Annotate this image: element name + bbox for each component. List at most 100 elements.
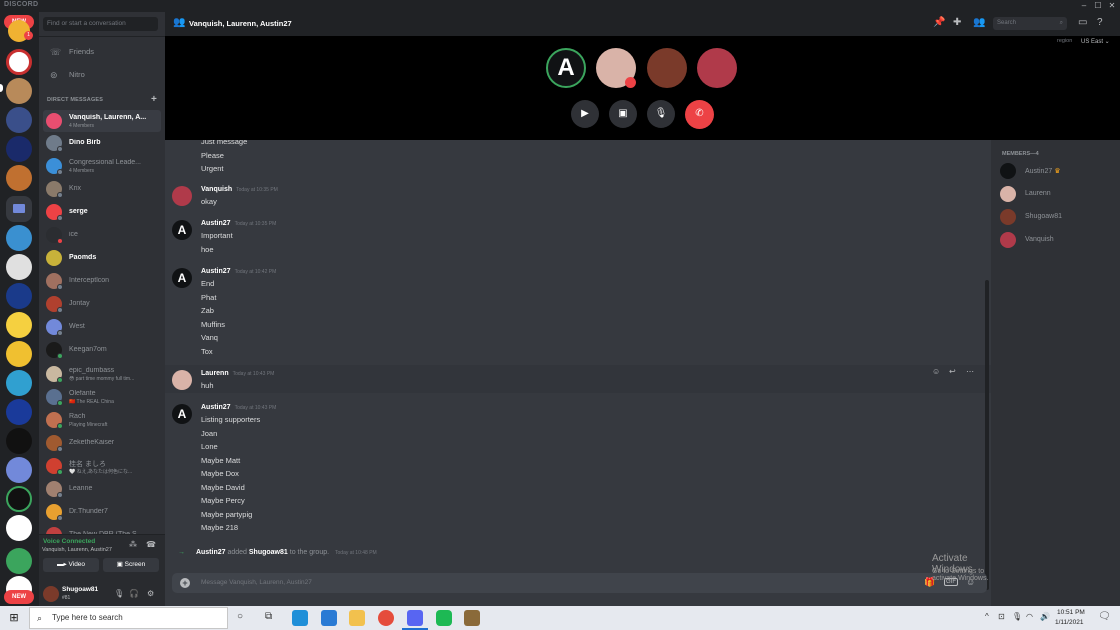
discord-taskbar-icon[interactable]: [407, 610, 423, 626]
folder-icon[interactable]: [6, 196, 32, 222]
more-icon[interactable]: ⋯: [966, 367, 974, 376]
dm-item[interactable]: serge: [43, 201, 161, 223]
member-item[interactable]: Vanquish: [1000, 230, 1115, 250]
member-item[interactable]: Laurenn: [1000, 184, 1115, 204]
upload-icon[interactable]: +: [180, 578, 190, 588]
avatar[interactable]: A: [172, 220, 192, 240]
message-composer[interactable]: + Message Vanquish, Laurenn, Austin27 🎁 …: [172, 573, 987, 593]
add-reaction-icon[interactable]: ☺: [932, 367, 940, 376]
disconnect-icon[interactable]: ☎: [146, 540, 156, 549]
create-dm-icon[interactable]: +: [151, 94, 157, 105]
call-participant-avatar[interactable]: [647, 48, 687, 88]
mail-icon[interactable]: [321, 610, 337, 626]
avatar[interactable]: [43, 586, 59, 602]
camera-button[interactable]: ▶: [571, 100, 599, 128]
mute-icon[interactable]: 🎙: [114, 589, 124, 598]
screen-share-call-button[interactable]: ▣: [609, 100, 637, 128]
dm-item[interactable]: Paomds: [43, 247, 161, 269]
noise-suppression-icon[interactable]: ⁂: [129, 540, 137, 549]
chrome-icon[interactable]: [378, 610, 394, 626]
conversation-search[interactable]: Find or start a conversation: [43, 17, 158, 31]
task-view-icon[interactable]: ⧉: [265, 611, 272, 622]
dm-item[interactable]: Jontay: [43, 293, 161, 315]
taskbar-search[interactable]: ⌕ Type here to search: [29, 607, 228, 629]
avatar[interactable]: A: [172, 268, 192, 288]
wifi-icon[interactable]: ◠: [1026, 612, 1033, 621]
server-icon[interactable]: [6, 515, 32, 541]
message-author[interactable]: Austin27 Today at 10:42 PM: [201, 268, 276, 275]
inbox-icon[interactable]: ▭: [1078, 17, 1087, 28]
message-author[interactable]: Austin27 Today at 10:35 PM: [201, 220, 276, 227]
close-icon[interactable]: ✕: [1105, 0, 1119, 12]
dm-item[interactable]: West: [43, 316, 161, 338]
mic-tray-icon[interactable]: 🎙: [1012, 612, 1022, 621]
author-name[interactable]: Laurenn: [201, 370, 229, 377]
help-icon[interactable]: ?: [1097, 17, 1103, 28]
microphone-button[interactable]: 🎙: [647, 100, 675, 128]
message-author[interactable]: Vanquish Today at 10:35 PM: [201, 186, 278, 193]
system-actor[interactable]: Austin27: [196, 549, 226, 556]
dm-item[interactable]: Congressional Leade... 4 Members: [43, 155, 161, 177]
dm-item[interactable]: ice: [43, 224, 161, 246]
server-icon[interactable]: [6, 370, 32, 396]
settings-icon[interactable]: ⚙: [147, 589, 154, 598]
nitro-nav[interactable]: ⊚ Nitro: [43, 65, 161, 85]
spotify-icon[interactable]: [436, 610, 452, 626]
server-icon[interactable]: [6, 165, 32, 191]
avatar[interactable]: [172, 370, 192, 390]
video-button[interactable]: ▬▸ Video: [43, 558, 99, 572]
server-icon[interactable]: [6, 136, 32, 162]
author-name[interactable]: Austin27: [201, 268, 231, 275]
cortana-icon[interactable]: ○: [237, 611, 243, 622]
dm-item[interactable]: Dino Birb: [43, 132, 161, 154]
dm-item[interactable]: 桂名 ましろ 🤍 ねえ,あなたは何色にな...: [43, 455, 161, 477]
add-friend-icon[interactable]: ✚: [953, 17, 961, 28]
volume-icon[interactable]: 🔊: [1040, 612, 1050, 621]
server-icon[interactable]: [6, 548, 32, 574]
avatar[interactable]: A: [172, 404, 192, 424]
server-icon[interactable]: [6, 283, 32, 309]
screen-share-button[interactable]: ▣ Screen: [103, 558, 159, 572]
dm-item[interactable]: epic_dumbass 😳 part time mommy full tim..…: [43, 363, 161, 385]
server-icon[interactable]: [6, 107, 32, 133]
dm-item[interactable]: Vanquish, Laurenn, A... 4 Members: [43, 110, 161, 132]
server-icon[interactable]: [6, 49, 32, 75]
notifications-icon[interactable]: 🗨: [1098, 611, 1111, 622]
member-list-icon[interactable]: 👥: [973, 17, 985, 28]
friends-nav[interactable]: ☏ Friends: [43, 42, 161, 62]
voice-channel[interactable]: Vanquish, Laurenn, Austin27: [42, 547, 112, 553]
server-icon[interactable]: [6, 312, 32, 338]
deafen-icon[interactable]: 🎧: [129, 589, 139, 598]
server-icon[interactable]: [6, 78, 32, 104]
server-icon[interactable]: [6, 457, 32, 483]
file-explorer-icon[interactable]: [349, 610, 365, 626]
region-select[interactable]: US East ⌄: [1081, 38, 1110, 45]
server-icon[interactable]: [6, 428, 32, 454]
server-icon[interactable]: [6, 254, 32, 280]
dm-item[interactable]: Leanne: [43, 478, 161, 500]
clock-date[interactable]: 1/11/2021: [1055, 619, 1083, 626]
minecraft-icon[interactable]: [464, 610, 480, 626]
dm-item[interactable]: Krix: [43, 178, 161, 200]
clock-time[interactable]: 10:51 PM: [1057, 609, 1085, 616]
member-item[interactable]: Austin27 ♛: [1000, 161, 1115, 181]
leave-call-button[interactable]: ✆: [685, 100, 714, 129]
author-name[interactable]: Vanquish: [201, 186, 232, 193]
maximize-icon[interactable]: ☐: [1091, 0, 1105, 12]
dm-item[interactable]: Dr.Thunder7: [43, 501, 161, 523]
scrollbar[interactable]: [985, 280, 989, 590]
call-participant-avatar[interactable]: A: [546, 48, 586, 88]
message-author[interactable]: Austin27 Today at 10:43 PM: [201, 404, 276, 411]
reply-icon[interactable]: ↩: [949, 367, 956, 376]
member-item[interactable]: Shugoaw81: [1000, 207, 1115, 227]
search-input[interactable]: Search ⌕: [993, 17, 1067, 30]
edge-icon[interactable]: [292, 610, 308, 626]
dm-item[interactable]: Interceptlcon: [43, 270, 161, 292]
server-icon[interactable]: [6, 341, 32, 367]
dm-item[interactable]: ZeketheKaiser: [43, 432, 161, 454]
message-author[interactable]: Laurenn Today at 10:43 PM: [201, 370, 274, 377]
author-name[interactable]: Austin27: [201, 220, 231, 227]
tray-chevron-icon[interactable]: ^: [985, 612, 989, 621]
system-target[interactable]: Shugoaw81: [249, 549, 288, 556]
author-name[interactable]: Austin27: [201, 404, 231, 411]
